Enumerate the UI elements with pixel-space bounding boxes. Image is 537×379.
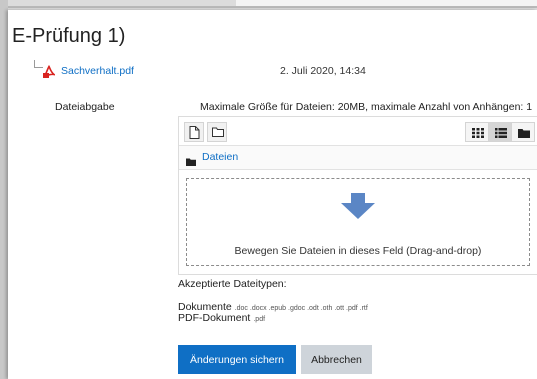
page-title: E-Prüfung 1) [12, 25, 126, 47]
icon-view-button[interactable] [465, 122, 489, 142]
accepted-type-row: PDF-Dokument .pdf [178, 312, 265, 324]
breadcrumb-files-link[interactable]: Dateien [202, 151, 238, 163]
breadcrumb: Dateien [179, 145, 537, 170]
pdf-file-icon [43, 65, 57, 78]
window-top-edge [0, 0, 537, 10]
drop-arrow-icon [341, 193, 375, 224]
tree-view-button[interactable] [511, 122, 535, 142]
file-picker: Dateien Bewegen Sie Dateien in dieses Fe… [178, 116, 537, 275]
cancel-button[interactable]: Abbrechen [301, 345, 372, 374]
assignment-page: E-Prüfung 1) Sachverhalt.pdf 2. Juli 202… [8, 10, 537, 379]
accepted-types-heading: Akzeptierte Dateitypen: [178, 278, 287, 290]
save-changes-button[interactable]: Änderungen sichern [178, 345, 296, 374]
folder-icon [186, 153, 196, 171]
upload-limits: Maximale Größe für Dateien: 20MB, maxima… [200, 101, 533, 113]
accepted-type-extensions: .doc .docx .epub .gdoc .odt .oth .ott .p… [234, 305, 368, 312]
window-top-notch [236, 0, 537, 6]
drop-zone[interactable]: Bewegen Sie Dateien in dieses Feld (Drag… [186, 178, 530, 266]
view-switcher [465, 122, 535, 142]
submission-label: Dateiabgabe [55, 101, 115, 113]
list-view-button[interactable] [488, 122, 512, 142]
accepted-type-name: PDF-Dokument [178, 312, 251, 324]
attachment-link[interactable]: Sachverhalt.pdf [61, 65, 134, 77]
window-left-edge [0, 0, 8, 379]
drop-hint: Bewegen Sie Dateien in dieses Feld (Drag… [234, 245, 482, 257]
window-top-border [0, 6, 537, 8]
accepted-type-extensions: .pdf [253, 316, 266, 323]
add-file-button[interactable] [184, 122, 204, 142]
tree-connector [34, 60, 43, 68]
create-folder-button[interactable] [207, 122, 227, 142]
attachment-date: 2. Juli 2020, 14:34 [280, 65, 366, 77]
